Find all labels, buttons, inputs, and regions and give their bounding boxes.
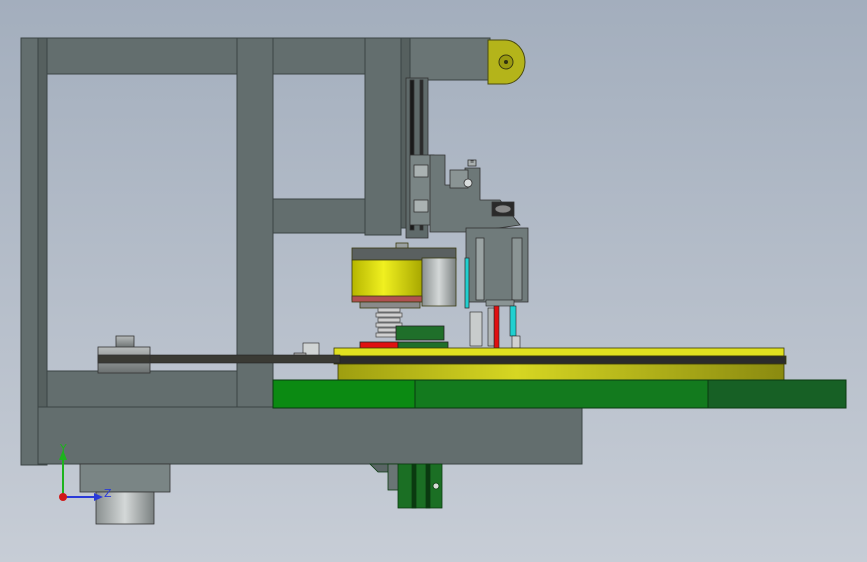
frame-base-plate[interactable] <box>37 406 583 465</box>
y-axis-label: Y <box>59 442 67 455</box>
z-axis-label: Z <box>104 487 112 500</box>
machine-side-view-drawing[interactable]: Y Z ≡ <box>0 0 867 562</box>
frame-top-beam[interactable] <box>46 37 411 75</box>
vertical-cylinder[interactable] <box>464 227 529 309</box>
turntable[interactable] <box>333 347 787 381</box>
cad-viewport[interactable]: Y Z ≡ <box>0 0 867 562</box>
cylinder-tag: ≡ <box>470 159 474 165</box>
x-axis-dot <box>59 493 67 501</box>
top-bracket[interactable] <box>487 39 526 85</box>
motor-side-housing[interactable] <box>421 257 457 307</box>
motor-assembly[interactable] <box>351 242 457 309</box>
frame-top-extension[interactable] <box>409 37 491 81</box>
frame-lower-beam[interactable] <box>46 370 238 408</box>
frame-left-post-inner <box>37 37 48 466</box>
frame-middle-post[interactable] <box>236 37 274 408</box>
work-table[interactable] <box>272 379 847 409</box>
motor-bottom-band <box>351 295 423 303</box>
motor-body[interactable] <box>351 259 423 301</box>
frame-right-column[interactable] <box>364 37 402 236</box>
frame-cross-beam[interactable] <box>272 198 366 234</box>
